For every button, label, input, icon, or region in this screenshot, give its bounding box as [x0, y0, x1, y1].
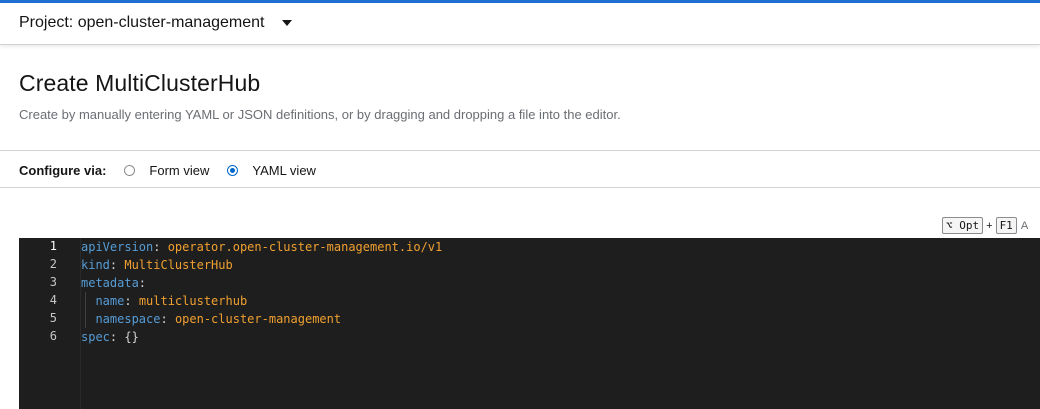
project-bar: Project: open-cluster-management	[0, 3, 1040, 45]
line-number: 5	[49, 311, 57, 325]
code-line[interactable]: namespace: open-cluster-management	[81, 310, 341, 328]
project-dropdown[interactable]: Project: open-cluster-management	[19, 12, 293, 34]
yaml-view-label[interactable]: YAML view	[252, 163, 316, 178]
caret-down-icon	[282, 20, 293, 26]
form-view-radio[interactable]	[124, 164, 136, 176]
line-number: 6	[49, 329, 57, 343]
configure-via-group: Configure via: Form view YAML view	[19, 159, 334, 181]
shortcut-hint-text: A	[1020, 219, 1029, 232]
divider	[0, 187, 1040, 188]
configure-via-label: Configure via:	[19, 162, 107, 178]
keyboard-shortcut-hint: ⌥ Opt + F1 A	[942, 216, 1028, 235]
line-number: 2	[49, 257, 57, 271]
line-number-gutter: 1 2 3 4 5 6	[19, 238, 81, 409]
form-view-label[interactable]: Form view	[149, 163, 209, 178]
line-number: 1	[49, 239, 57, 253]
yaml-view-radio[interactable]	[227, 164, 239, 176]
project-label: Project: open-cluster-management	[19, 14, 265, 31]
option-key: ⌥ Opt	[942, 217, 984, 234]
plus-sign: +	[986, 219, 993, 232]
code-line[interactable]: apiVersion: operator.open-cluster-manage…	[81, 238, 442, 256]
page-title: Create MultiClusterHub	[19, 70, 261, 96]
code-line[interactable]: kind: MultiClusterHub	[81, 256, 233, 274]
line-number: 3	[49, 275, 57, 289]
yaml-editor[interactable]: 1 2 3 4 5 6 apiVersion: operator.open-cl…	[19, 238, 1040, 409]
page-description: Create by manually entering YAML or JSON…	[19, 107, 621, 122]
code-line[interactable]: spec: {}	[81, 328, 139, 346]
code-line[interactable]: name: multiclusterhub	[81, 292, 247, 310]
line-number: 4	[49, 293, 57, 307]
f1-key: F1	[995, 217, 1017, 234]
code-line[interactable]: metadata:	[81, 274, 146, 292]
divider	[0, 150, 1040, 151]
